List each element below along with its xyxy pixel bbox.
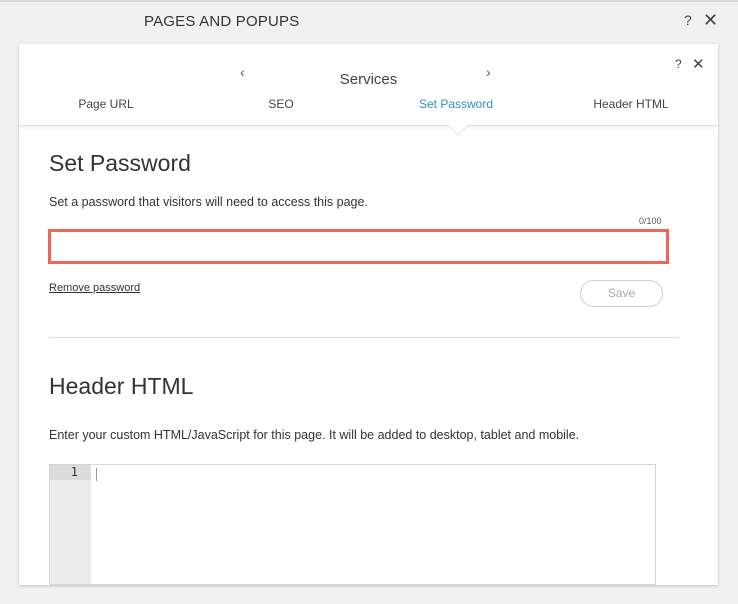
section-divider	[49, 337, 679, 338]
panel-help-icon[interactable]: ?	[675, 57, 682, 71]
set-password-heading: Set Password	[49, 150, 191, 176]
header-html-heading: Header HTML	[49, 373, 194, 399]
password-input[interactable]	[48, 229, 669, 264]
code-editor[interactable]: 1	[49, 464, 656, 585]
top-border	[0, 0, 738, 2]
close-icon[interactable]: ✕	[703, 10, 718, 30]
save-button[interactable]: Save	[580, 280, 663, 307]
page-title: Services	[339, 71, 398, 88]
header-html-description: Enter your custom HTML/JavaScript for th…	[49, 428, 580, 442]
tab-header-html[interactable]: Header HTML	[571, 97, 691, 111]
tab-page-url[interactable]: Page URL	[46, 97, 166, 111]
editor-caret	[96, 468, 97, 481]
dialog-title: PAGES AND POPUPS	[144, 13, 300, 30]
editor-gutter: 1	[50, 465, 91, 584]
help-icon[interactable]: ?	[684, 12, 692, 28]
line-number: 1	[50, 465, 91, 480]
page-settings-panel: ‹ Services › ? ✕ Page URL SEO Set Passwo…	[19, 44, 718, 585]
tab-set-password[interactable]: Set Password	[396, 97, 516, 111]
tab-seo[interactable]: SEO	[221, 97, 341, 111]
chevron-right-icon[interactable]: ›	[486, 64, 491, 80]
character-counter: 0/100	[639, 216, 662, 226]
set-password-description: Set a password that visitors will need t…	[49, 195, 368, 209]
panel-close-icon[interactable]: ✕	[692, 55, 705, 73]
panel-header: ‹ Services › ? ✕ Page URL SEO Set Passwo…	[19, 44, 718, 126]
remove-password-link[interactable]: Remove password	[49, 282, 140, 294]
